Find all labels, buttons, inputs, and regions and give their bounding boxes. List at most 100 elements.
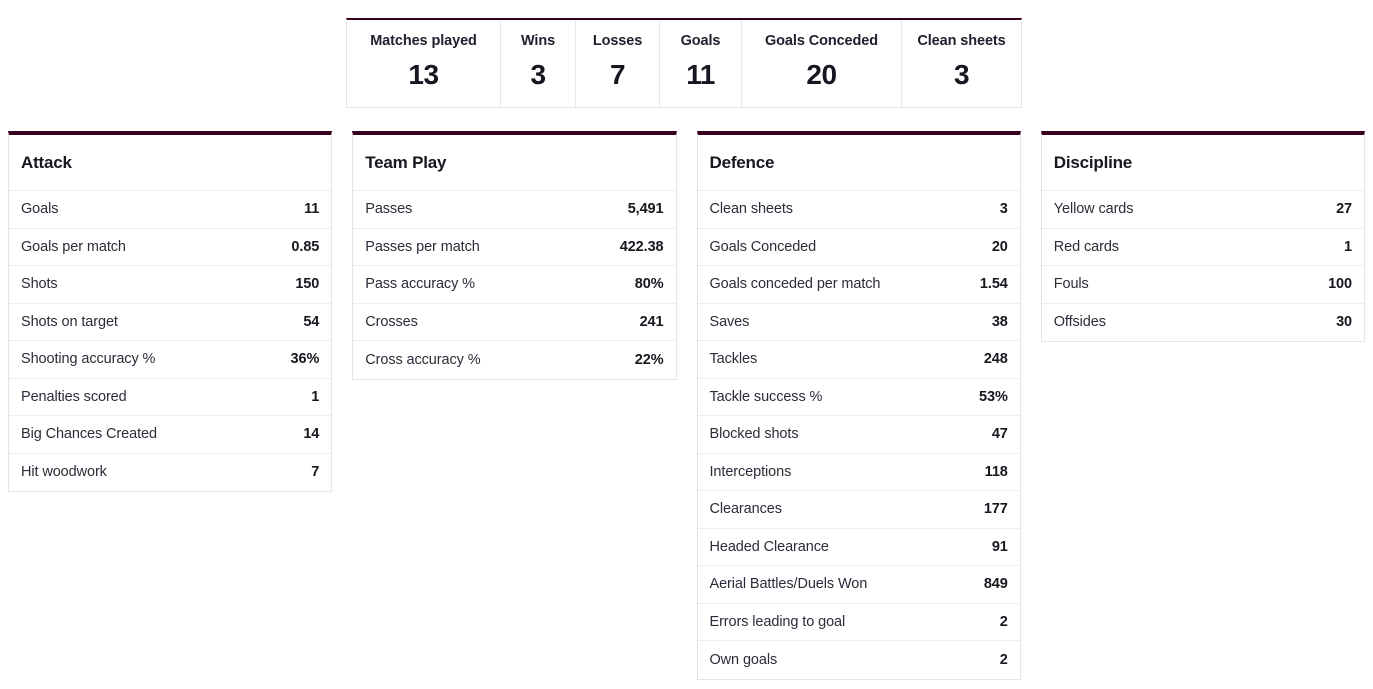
stat-value: 7 — [311, 464, 320, 481]
stat-label: Clearances — [709, 501, 782, 518]
summary-cell-clean-sheets: Clean sheets 3 — [902, 20, 1021, 107]
stat-label: Tackle success % — [709, 388, 823, 405]
stat-value: 177 — [983, 501, 1008, 518]
summary-cell-goals-conceded: Goals Conceded 20 — [742, 20, 902, 107]
stat-value: 27 — [1336, 201, 1352, 218]
stat-row: Yellow cards 27 — [1041, 191, 1364, 229]
stat-value: 80% — [634, 276, 664, 293]
stat-row: Penalties scored 1 — [9, 379, 332, 416]
summary-cell-value: 20 — [806, 58, 837, 90]
season-summary-bar: Matches played 13 Wins 3 Losses 7 Goals 11 Goals… — [346, 18, 1022, 108]
stat-row: Goals conceded per match 1.54 — [697, 266, 1020, 304]
stat-row: Hit woodwork 7 — [9, 454, 331, 492]
summary-cell-value: 3 — [953, 58, 970, 90]
stat-value: 422.38 — [619, 238, 664, 255]
stat-label: Shots — [21, 276, 58, 293]
stat-row: Aerial Battles/Duels Won 849 — [697, 566, 1020, 604]
stat-value: 14 — [303, 426, 320, 443]
stat-row: Pass accuracy % 80% — [353, 266, 676, 304]
stat-label: Shooting accuracy % — [21, 351, 156, 368]
stats-page: Matches played 13 Wins 3 Losses 7 Goals 11 Goals… — [0, 0, 1373, 689]
panel-title: Discipline — [1053, 152, 1133, 172]
stat-value: 91 — [991, 538, 1008, 555]
panel-title: Defence — [709, 152, 775, 172]
stat-label: Aerial Battles/Duels Won — [709, 576, 868, 593]
stat-value: 11 — [304, 201, 320, 218]
stat-label: Offsides — [1053, 314, 1106, 331]
stat-value: 241 — [639, 313, 664, 330]
stat-label: Tackles — [709, 351, 758, 368]
stat-value: 20 — [991, 238, 1008, 255]
stat-label: Hit woodwork — [21, 464, 107, 481]
summary-cell-label: Losses — [592, 33, 643, 49]
stat-label: Own goals — [709, 651, 778, 668]
stat-label: Blocked shots — [709, 426, 799, 443]
stat-value: 1 — [311, 388, 320, 405]
stat-value: 100 — [1328, 276, 1352, 293]
stat-label: Passes — [365, 201, 413, 218]
panel-title: Team Play — [365, 152, 447, 172]
stat-value: 0.85 — [291, 238, 320, 255]
stat-row: Passes per match 422.38 — [353, 229, 676, 266]
stat-value: 54 — [303, 313, 320, 330]
summary-cell-value: 13 — [408, 58, 439, 90]
summary-cell-label: Goals — [680, 33, 721, 49]
stat-value: 118 — [984, 463, 1008, 480]
stat-label: Shots on target — [21, 313, 118, 330]
stat-label: Yellow cards — [1053, 201, 1134, 218]
stat-value: 248 — [983, 351, 1008, 368]
stat-panel-attack: Attack Goals 11 Goals per match 0.85 Shots 150… — [8, 131, 333, 492]
stat-label: Penalties scored — [21, 388, 127, 405]
stat-label: Goals per match — [21, 238, 126, 255]
summary-cell-label: Goals Conceded — [764, 33, 878, 49]
stat-row: Fouls 100 — [1041, 266, 1364, 304]
stat-label: Red cards — [1053, 238, 1119, 255]
stat-label: Interceptions — [709, 463, 792, 480]
stat-label: Goals conceded per match — [709, 276, 881, 293]
stat-row: Big Chances Created 14 — [9, 416, 332, 454]
stat-row: Crosses 241 — [353, 304, 676, 341]
stat-row: Goals 11 — [9, 191, 332, 229]
stat-label: Saves — [709, 313, 750, 330]
stat-row: Interceptions 118 — [697, 454, 1020, 491]
stat-value: 38 — [991, 313, 1008, 330]
stat-row: Tackle success % 53% — [697, 379, 1020, 416]
stat-label: Pass accuracy % — [365, 276, 475, 293]
summary-cell-wins: Wins 3 — [501, 20, 576, 107]
stat-label: Fouls — [1053, 276, 1089, 293]
stat-value: 5,491 — [627, 201, 664, 218]
stat-value: 1.54 — [979, 276, 1008, 293]
stat-row: Offsides 30 — [1042, 304, 1364, 342]
stat-row: Passes 5,491 — [353, 191, 676, 229]
summary-cell-value: 11 — [686, 58, 715, 90]
stat-row: Headed Clearance 91 — [697, 529, 1020, 566]
stat-panels-container: Attack Goals 11 Goals per match 0.85 Shots 150… — [8, 131, 1365, 680]
stat-panel-discipline: Discipline Yellow cards 27 Red cards 1 Fouls 1… — [1040, 131, 1365, 342]
stat-label: Passes per match — [365, 238, 480, 255]
summary-cell-value: 3 — [530, 58, 546, 90]
stat-row: Errors leading to goal 2 — [697, 604, 1020, 641]
stat-row: Tackles 248 — [697, 341, 1020, 379]
stat-value: 22% — [634, 351, 664, 368]
stat-row: Blocked shots 47 — [697, 416, 1020, 454]
stat-value: 47 — [991, 426, 1008, 443]
stat-label: Goals Conceded — [709, 238, 817, 255]
stat-value: 53% — [979, 388, 1008, 405]
stat-row: Red cards 1 — [1041, 229, 1364, 266]
summary-cell-label: Wins — [520, 33, 556, 49]
stat-row: Shots 150 — [9, 266, 332, 304]
stat-value: 3 — [999, 201, 1008, 218]
stat-value: 1 — [1344, 238, 1352, 255]
stat-row: Cross accuracy % 22% — [353, 341, 675, 379]
summary-cell-label: Matches played — [370, 33, 477, 49]
stat-row: Goals per match 0.85 — [9, 229, 332, 266]
stat-row: Shots on target 54 — [9, 304, 332, 341]
summary-cell-value: 7 — [609, 58, 626, 90]
summary-cell-matches-played: Matches played 13 — [347, 20, 501, 107]
panel-header-discipline: Discipline — [1041, 135, 1364, 191]
stat-value: 849 — [983, 576, 1008, 593]
stat-row: Clean sheets 3 — [697, 191, 1020, 229]
stat-label: Goals — [21, 201, 59, 218]
panel-header-team-play: Team Play — [353, 135, 676, 191]
stat-value: 2 — [999, 613, 1008, 630]
